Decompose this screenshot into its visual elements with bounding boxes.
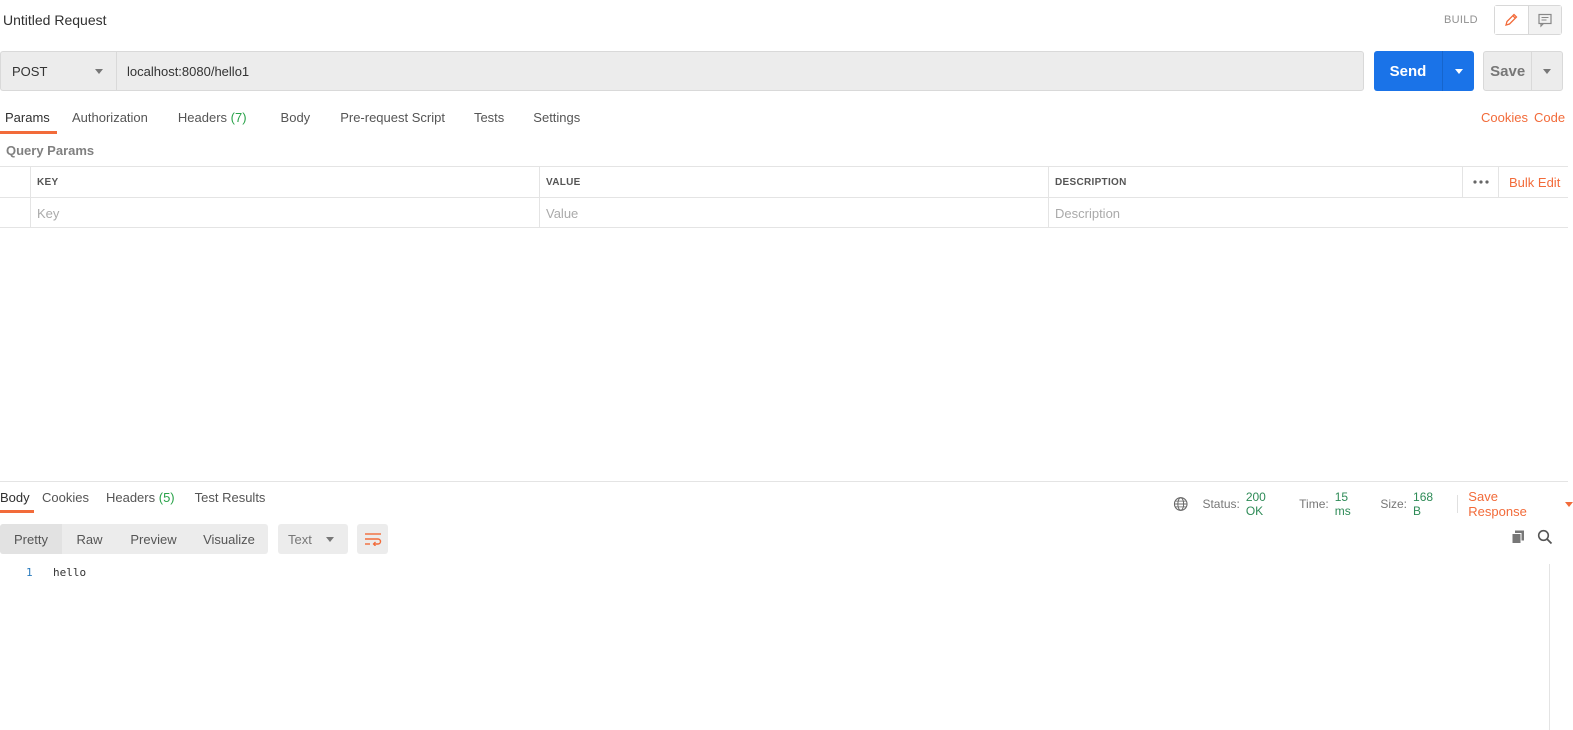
format-raw[interactable]: Raw (62, 524, 117, 554)
build-mode-label: BUILD (1444, 14, 1478, 26)
query-params-table: KEY VALUE DESCRIPTION Bulk Edit Key Valu… (0, 166, 1568, 228)
status-label: Status: (1202, 497, 1240, 511)
chevron-down-icon (326, 537, 334, 542)
tab-label: Test Results (194, 490, 266, 505)
response-body-text[interactable]: hello (53, 566, 86, 579)
cookies-link[interactable]: Cookies (1481, 110, 1528, 125)
method-select[interactable]: POST (0, 51, 116, 91)
comments-button[interactable] (1527, 6, 1561, 34)
response-type-select[interactable]: Text (278, 524, 348, 554)
code-scrollbar[interactable] (1549, 564, 1550, 730)
more-options-icon[interactable] (1462, 167, 1498, 197)
response-tab-cookies[interactable]: Cookies (42, 486, 89, 513)
value-input[interactable]: Value (539, 198, 1049, 228)
globe-icon[interactable] (1173, 496, 1188, 512)
table-header-row: KEY VALUE DESCRIPTION Bulk Edit (0, 167, 1568, 198)
tab-settings[interactable]: Settings (533, 106, 580, 134)
table-row: Key Value Description (0, 198, 1568, 229)
tab-body[interactable]: Body (281, 106, 311, 134)
time-label: Time: (1299, 497, 1329, 511)
tab-params[interactable]: Params (0, 106, 57, 134)
tab-label: Body (0, 490, 30, 505)
column-key: KEY (30, 167, 540, 197)
chevron-down-icon (1543, 68, 1552, 74)
tab-label: Params (5, 110, 50, 125)
code-link[interactable]: Code (1534, 110, 1565, 125)
query-params-title: Query Params (6, 143, 95, 158)
response-type-label: Text (288, 531, 312, 547)
tab-authorization[interactable]: Authorization (72, 106, 148, 134)
format-preview[interactable]: Preview (117, 524, 190, 554)
response-tab-headers[interactable]: Headers (5) (106, 486, 175, 513)
response-tab-body[interactable]: Body (0, 486, 34, 513)
wrap-lines-button[interactable] (357, 524, 388, 554)
key-input[interactable]: Key (30, 198, 540, 228)
url-input[interactable]: localhost:8080/hello1 (116, 51, 1364, 91)
method-label: POST (12, 63, 48, 79)
request-title[interactable]: Untitled Request (3, 12, 107, 28)
pencil-icon (1505, 13, 1518, 26)
save-button[interactable]: Save (1483, 51, 1563, 91)
response-format-group: Pretty Raw Preview Visualize (0, 524, 268, 554)
tab-label: Body (280, 110, 311, 125)
column-description: DESCRIPTION (1048, 167, 1462, 197)
bulk-edit-link[interactable]: Bulk Edit (1498, 167, 1568, 197)
send-label: Send (1389, 62, 1427, 80)
status-value[interactable]: 200 OK (1246, 490, 1285, 518)
chevron-down-icon[interactable] (1565, 501, 1573, 507)
size-value[interactable]: 168 B (1413, 490, 1443, 518)
time-value[interactable]: 15 ms (1335, 490, 1367, 518)
row-checkbox[interactable] (0, 198, 31, 228)
description-input[interactable]: Description (1048, 198, 1568, 228)
copy-icon[interactable] (1510, 529, 1526, 548)
response-tabs: Body Cookies Headers (5) Test Results (0, 486, 265, 513)
chevron-down-icon (1454, 68, 1463, 74)
tab-label: Headers (105, 490, 156, 505)
tab-label: Headers (177, 110, 228, 125)
url-value: localhost:8080/hello1 (127, 63, 250, 79)
panel-divider[interactable] (0, 481, 1568, 482)
response-tab-test-results[interactable]: Test Results (195, 486, 266, 513)
tab-label: Pre-request Script (340, 110, 445, 125)
tab-label: Tests (473, 110, 505, 125)
format-pretty[interactable]: Pretty (0, 524, 62, 554)
wrap-lines-icon (364, 533, 381, 546)
tab-count: (5) (158, 490, 175, 505)
tab-count: (7) (230, 110, 247, 125)
checkbox-column (0, 167, 31, 197)
response-meta: Status: 200 OK Time: 15 ms Size: 168 B S… (1173, 489, 1573, 519)
separator (1457, 495, 1459, 513)
tab-label: Settings (533, 110, 581, 125)
size-label: Size: (1380, 497, 1408, 511)
tab-label: Cookies (42, 490, 89, 505)
chevron-down-icon (95, 69, 103, 74)
search-icon[interactable] (1537, 529, 1553, 548)
save-response-button[interactable]: Save Response (1468, 489, 1557, 519)
line-number: 1 (26, 566, 33, 579)
column-value: VALUE (539, 167, 1049, 197)
comment-icon (1538, 13, 1552, 28)
edit-mode-button[interactable] (1495, 6, 1528, 34)
mode-toggle (1494, 5, 1562, 35)
request-tabs: Params Authorization Headers (7) Body Pr… (0, 106, 580, 134)
tab-tests[interactable]: Tests (474, 106, 504, 134)
tab-pre-request-script[interactable]: Pre-request Script (340, 106, 445, 134)
format-visualize[interactable]: Visualize (190, 524, 268, 554)
send-button[interactable]: Send (1374, 51, 1474, 91)
save-label: Save (1490, 62, 1526, 80)
save-options-dropdown[interactable] (1531, 52, 1562, 90)
tab-label: Authorization (72, 110, 148, 125)
send-options-dropdown[interactable] (1442, 51, 1474, 91)
tab-headers[interactable]: Headers (7) (178, 106, 247, 134)
